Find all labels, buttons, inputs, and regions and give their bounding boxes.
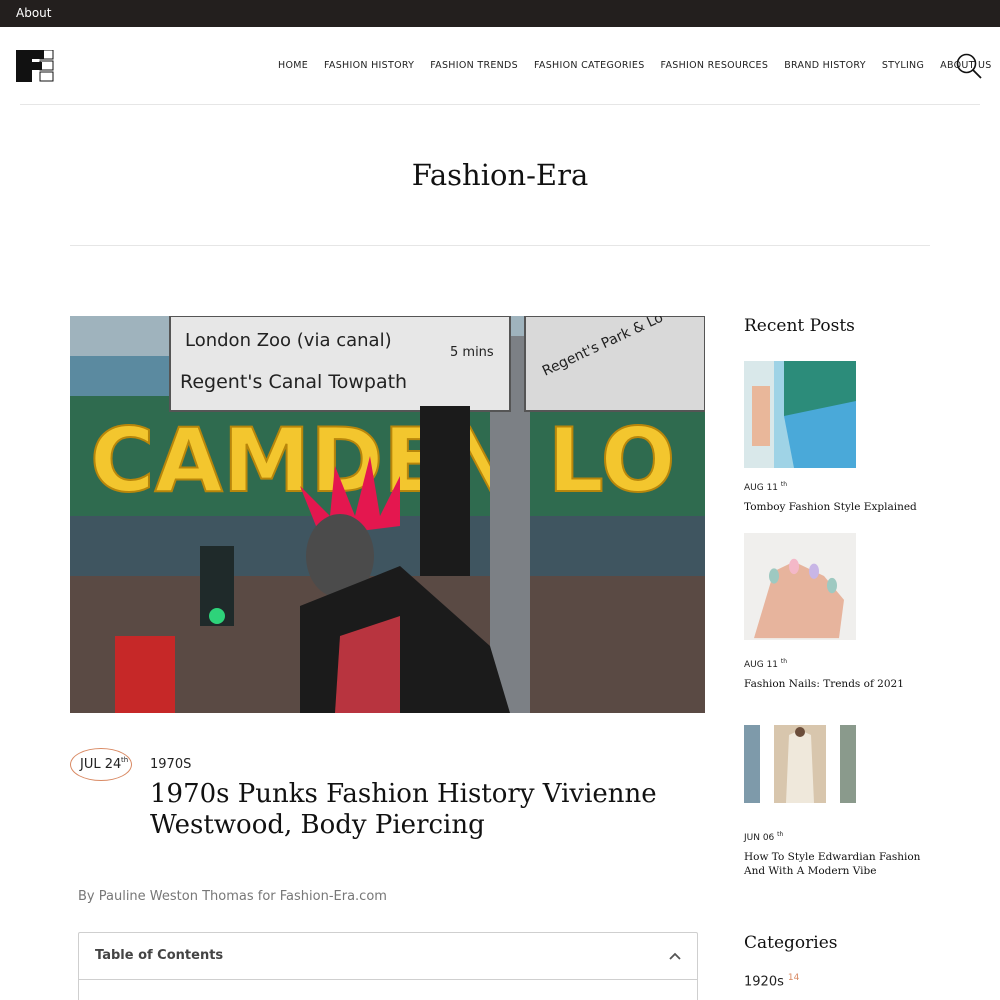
post-date-badge: JUL 24 th (70, 748, 132, 781)
main-nav: HOME FASHION HISTORY FASHION TRENDS FASH… (278, 60, 1000, 71)
toc-header[interactable]: Table of Contents (79, 933, 697, 980)
nav-fashion-trends[interactable]: FASHION TRENDS (430, 60, 518, 71)
site-header: HOME FASHION HISTORY FASHION TRENDS FASH… (0, 27, 1000, 105)
page-title: Fashion-Era (411, 158, 589, 192)
post-title: 1970s Punks Fashion History Vivienne Wes… (150, 779, 657, 840)
recent-thumb-edwardian[interactable] (744, 710, 856, 817)
recent-date: AUG 11 th (744, 481, 788, 493)
nav-fashion-history[interactable]: FASHION HISTORY (324, 60, 414, 71)
recent-title[interactable]: Tomboy Fashion Style Explained (744, 500, 934, 514)
hero-sign-1: London Zoo (via canal) (185, 330, 392, 351)
category-item[interactable]: 1920s 14 (744, 973, 799, 989)
categories-heading: Categories (744, 933, 838, 953)
nav-home[interactable]: HOME (278, 60, 308, 71)
about-link[interactable]: About (16, 6, 51, 20)
hero-image[interactable]: CAMDEN LO London Zoo (via canal) Regent'… (70, 316, 705, 713)
site-logo[interactable] (16, 50, 54, 82)
search-icon[interactable] (955, 52, 983, 80)
header-divider (20, 104, 980, 105)
title-divider (70, 245, 930, 246)
nav-fashion-categories[interactable]: FASHION CATEGORIES (534, 60, 645, 71)
hero-sign-4: 5 mins (450, 345, 494, 360)
hero-sign-2: Regent's Canal Towpath (180, 371, 407, 393)
nav-brand-history[interactable]: BRAND HISTORY (784, 60, 866, 71)
nav-fashion-resources[interactable]: FASHION RESOURCES (661, 60, 769, 71)
nav-styling[interactable]: STYLING (882, 60, 924, 71)
post-date: JUL 24 (80, 757, 122, 772)
recent-thumb-nails[interactable] (744, 533, 856, 640)
top-bar: About (0, 0, 1000, 27)
chevron-up-icon[interactable] (667, 949, 683, 963)
recent-thumb-tomboy[interactable] (744, 361, 856, 468)
recent-title[interactable]: Fashion Nails: Trends of 2021 (744, 677, 934, 691)
recent-title[interactable]: How To Style Edwardian Fashion And With … (744, 850, 934, 878)
recent-posts-heading: Recent Posts (744, 316, 855, 336)
toc-label: Table of Contents (95, 948, 224, 963)
post-byline: By Pauline Weston Thomas for Fashion-Era… (78, 889, 387, 904)
post-date-suffix: th (121, 756, 129, 764)
recent-date: JUN 06 th (744, 831, 784, 843)
recent-date: AUG 11 th (744, 658, 788, 670)
hero-bridge-text: CAMDEN LO (90, 409, 675, 512)
table-of-contents: Table of Contents (78, 932, 698, 1000)
post-category[interactable]: 1970S (150, 757, 191, 772)
